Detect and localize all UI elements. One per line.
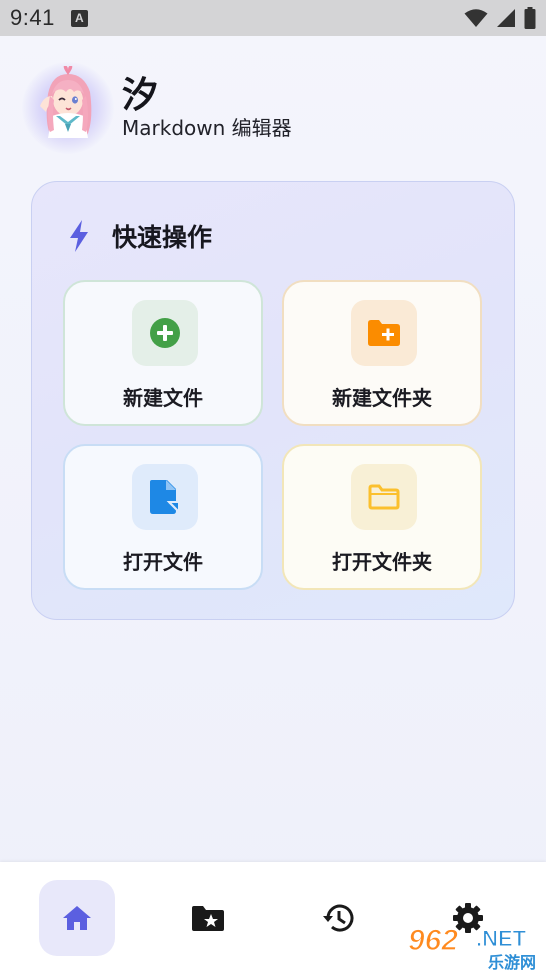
app-header: 汐 Markdown 编辑器 — [0, 36, 546, 176]
add-circle-icon — [150, 318, 180, 348]
folder-plus-icon — [368, 320, 400, 346]
battery-icon — [524, 7, 536, 29]
quick-actions-header: 快速操作 — [68, 218, 212, 254]
watermark-tagline: 乐游网 — [488, 953, 536, 972]
open-file-button[interactable]: 打开文件 — [63, 444, 263, 590]
app-title: 汐 — [122, 75, 159, 116]
folder-star-icon — [192, 906, 224, 931]
watermark-suffix: .NET — [476, 926, 527, 951]
file-open-icon — [150, 480, 180, 514]
folder-icon — [368, 484, 400, 510]
new-folder-label: 新建文件夹 — [332, 386, 432, 410]
open-file-label: 打开文件 — [123, 550, 203, 574]
new-file-label: 新建文件 — [123, 386, 203, 410]
app-subtitle: Markdown 编辑器 — [122, 116, 292, 140]
open-folder-icon-box — [351, 464, 417, 530]
wifi-icon — [464, 9, 488, 27]
status-icons — [464, 7, 536, 29]
watermark-logo: 962 .NET 乐游网 — [407, 923, 536, 972]
open-folder-button[interactable]: 打开文件夹 — [282, 444, 482, 590]
nav-home[interactable] — [39, 880, 115, 956]
open-folder-label: 打开文件夹 — [332, 550, 432, 574]
home-icon — [63, 906, 91, 930]
avatar — [40, 66, 92, 138]
signal-icon — [497, 9, 515, 27]
bolt-icon — [70, 220, 88, 252]
quick-actions-title: 快速操作 — [112, 223, 213, 252]
nav-history[interactable] — [300, 880, 376, 956]
status-time: 9:41 — [10, 5, 55, 30]
new-folder-button[interactable]: 新建文件夹 — [282, 280, 482, 426]
history-icon — [323, 904, 354, 932]
a-letter-icon: A — [70, 9, 88, 27]
open-file-icon-box — [132, 464, 198, 530]
new-folder-icon-box — [351, 300, 417, 366]
new-file-icon-box — [132, 300, 198, 366]
watermark-brand: 962 — [408, 924, 458, 957]
status-bar: 9:41 A — [0, 0, 546, 36]
quick-actions-card: 快速操作 新建文件 新建文件夹 打开文件 打开文件夹 — [31, 181, 515, 620]
new-file-button[interactable]: 新建文件 — [63, 280, 263, 426]
nav-favorites[interactable] — [170, 880, 246, 956]
